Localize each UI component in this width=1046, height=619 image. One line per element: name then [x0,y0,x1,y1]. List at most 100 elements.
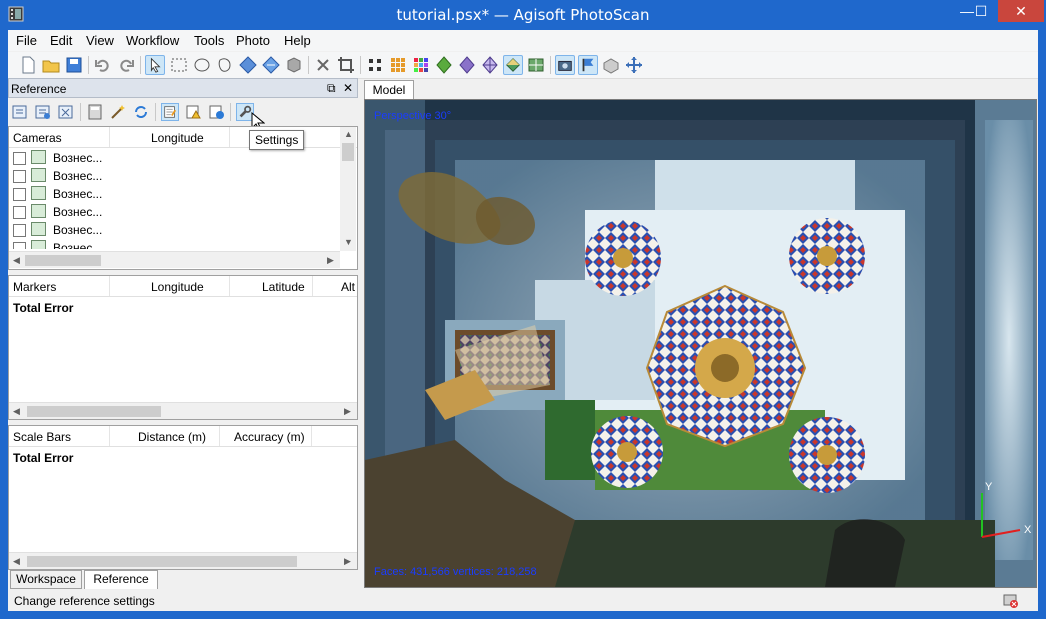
view-source-icon[interactable] [161,103,179,121]
wand-icon[interactable] [109,103,127,121]
open-icon[interactable] [41,55,61,75]
model-stats-label: Faces: 431,566 vertices: 218,258 [374,566,537,578]
camera-checkbox[interactable] [13,206,26,219]
cameras-column-header[interactable]: Cameras [13,131,62,145]
camera-row[interactable]: Вознес... [9,149,339,167]
cameras-horizontal-scrollbar[interactable]: ◀ ▶ [9,251,340,268]
reference-toolbar [8,100,358,131]
move-region-icon[interactable] [261,55,281,75]
tab-model[interactable]: Model [364,80,414,99]
update-icon[interactable] [132,103,150,121]
perspective-label: Perspective 30° [374,110,452,122]
reference-panel-header: Reference ⧉ ✕ [8,78,358,98]
model-solid-icon[interactable] [457,55,477,75]
scalebars-total-error: Total Error [13,451,74,465]
latitude-column-header[interactable]: Latitude [262,280,305,294]
camera-checkbox[interactable] [13,224,26,237]
model-viewport[interactable]: Y X Perspective 30° Faces: 431,566 verti… [364,99,1037,588]
close-button[interactable]: ✕ [998,0,1044,22]
view-errors-icon[interactable] [184,103,202,121]
status-bar: Change reference settings [8,591,1038,611]
camera-label: Вознес... [53,205,103,219]
altitude-column-header[interactable]: Alt [341,280,355,294]
model-wireframe-icon[interactable] [480,55,500,75]
cameras-table-header: Cameras Longitude [9,127,357,148]
model-textured-icon[interactable] [503,55,523,75]
show-region-icon[interactable] [601,55,621,75]
scalebars-column-header[interactable]: Scale Bars [13,430,71,444]
menu-photo[interactable]: Photo [236,33,270,48]
model-render: Y X [365,100,1036,587]
markers-total-error: Total Error [13,301,74,315]
free-form-select-icon[interactable] [215,55,235,75]
camera-label: Вознес... [53,187,103,201]
show-cameras-icon[interactable] [555,55,575,75]
dense-cloud-colors-icon[interactable] [411,55,431,75]
camera-row[interactable]: Вознес... [9,167,339,185]
main-toolbar [8,52,1038,79]
close-panel-icon[interactable]: ✕ [343,81,353,95]
delete-icon[interactable] [313,55,333,75]
resize-region-icon[interactable] [238,55,258,75]
undo-icon[interactable] [93,55,113,75]
scalebars-horizontal-scrollbar[interactable]: ◀ ▶ [9,552,357,569]
camera-checkbox[interactable] [13,188,26,201]
markers-table-header: Markers Longitude Latitude Alt [9,276,357,297]
markers-horizontal-scrollbar[interactable]: ◀ ▶ [9,402,357,419]
save-icon[interactable] [64,55,84,75]
crop-icon[interactable] [336,55,356,75]
float-panel-icon[interactable]: ⧉ [327,81,336,96]
menu-edit[interactable]: Edit [50,33,72,48]
markers-column-header[interactable]: Markers [13,280,56,294]
maximize-button[interactable]: ☐ [964,0,998,22]
dense-cloud-icon[interactable] [388,55,408,75]
navigation-icon[interactable] [145,55,165,75]
camera-image-icon [31,168,46,182]
markers-table: Markers Longitude Latitude Alt Total Err… [8,275,358,420]
tab-reference[interactable]: Reference [84,570,158,589]
import-icon[interactable] [11,103,29,121]
tab-workspace[interactable]: Workspace [10,570,82,589]
clear-icon[interactable] [57,103,75,121]
reset-view-icon[interactable] [624,55,644,75]
camera-image-icon [31,204,46,218]
camera-row[interactable]: Вознес... [9,185,339,203]
redo-icon[interactable] [116,55,136,75]
export-icon[interactable] [34,103,52,121]
camera-checkbox[interactable] [13,242,26,249]
client-area: File Edit View Workflow Tools Photo Help [8,30,1038,611]
rectangle-select-icon[interactable] [169,55,189,75]
longitude-column-header[interactable]: Longitude [151,131,204,145]
camera-checkbox[interactable] [13,170,26,183]
camera-checkbox[interactable] [13,152,26,165]
rotate-region-icon[interactable] [284,55,304,75]
cameras-vertical-scrollbar[interactable]: ▲ ▼ [340,127,356,251]
camera-row[interactable]: Вознес... [9,239,339,249]
settings-tooltip: Settings [249,130,305,150]
camera-label: Вознес... [53,151,103,165]
model-shaded-icon[interactable] [434,55,454,75]
menu-file[interactable]: File [16,33,37,48]
camera-row[interactable]: Вознес... [9,221,339,239]
menu-help[interactable]: Help [284,33,311,48]
longitude-column-header[interactable]: Longitude [151,280,204,294]
circle-select-icon[interactable] [192,55,212,75]
menu-view[interactable]: View [86,33,114,48]
accuracy-column-header[interactable]: Accuracy (m) [234,430,305,444]
scalebars-table-header: Scale Bars Distance (m) Accuracy (m) [9,426,357,447]
scalebars-table: Scale Bars Distance (m) Accuracy (m) Tot… [8,425,358,570]
camera-row[interactable]: Вознес... [9,203,339,221]
show-markers-icon[interactable] [578,55,598,75]
tiled-model-icon[interactable] [526,55,546,75]
menu-workflow[interactable]: Workflow [126,33,179,48]
view-estimated-icon[interactable] [207,103,225,121]
x-axis-label: X [1024,524,1032,536]
menu-tools[interactable]: Tools [194,33,224,48]
camera-image-icon [31,150,46,164]
point-cloud-icon[interactable] [365,55,385,75]
network-status-icon[interactable] [1002,593,1020,609]
distance-column-header[interactable]: Distance (m) [138,430,206,444]
window-title: tutorial.psx* — Agisoft PhotoScan [396,6,650,24]
calculator-icon[interactable] [86,103,104,121]
new-icon[interactable] [18,55,38,75]
